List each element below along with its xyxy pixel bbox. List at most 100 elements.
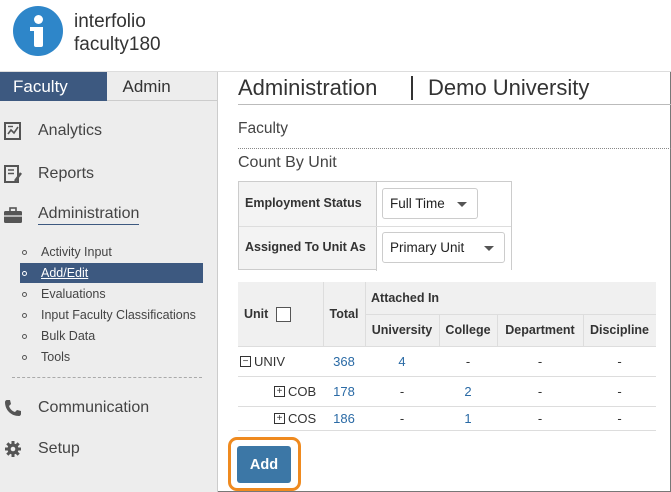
header-label: Discipline (589, 323, 650, 337)
discipline-count: - (617, 383, 622, 399)
unit-name: UNIV (254, 353, 286, 369)
reports-icon (4, 165, 22, 183)
university-count: - (399, 410, 405, 426)
column-header-unit: Unit (238, 282, 323, 346)
column-header-department: Department (497, 314, 583, 346)
add-button[interactable]: Add (237, 446, 291, 483)
header-label: Total (329, 307, 359, 321)
title-separator (411, 76, 413, 100)
header-label: Attached In (371, 291, 440, 305)
analytics-icon (4, 122, 21, 140)
column-header-attached-in: Attached In (365, 282, 656, 314)
filter-row-employment-status: Employment Status Full Time (239, 182, 511, 226)
grid-line (323, 282, 324, 346)
select-all-checkbox[interactable] (276, 306, 292, 322)
bullet-icon (22, 249, 27, 255)
sidebar-subitem-tools[interactable]: Tools (20, 347, 203, 367)
sidebar-item-communication[interactable]: Communication (0, 393, 218, 423)
expand-icon[interactable]: + (274, 412, 285, 424)
college-count-link[interactable]: 1 (439, 406, 497, 430)
unit-cell: − UNIV (238, 346, 323, 376)
grid-line (583, 314, 584, 346)
briefcase-icon (4, 207, 22, 223)
subitem-label: Tools (41, 350, 71, 364)
sidebar-subitem-add-edit[interactable]: Add/Edit (20, 263, 203, 283)
subitem-label: Activity Input (41, 245, 112, 259)
gear-icon (5, 441, 21, 457)
sidebar-item-administration[interactable]: Administration (0, 200, 218, 230)
university-count-link[interactable]: 4 (365, 346, 439, 376)
table-row: + COB 178 - 2 - - (238, 376, 656, 406)
bullet-icon (22, 333, 27, 339)
sidebar-item-label: Reports (38, 165, 95, 182)
bullet-icon (22, 291, 27, 297)
university-count: - (399, 383, 405, 399)
column-header-total: Total (323, 282, 365, 346)
total-link[interactable]: 186 (323, 406, 365, 430)
sidebar-item-analytics[interactable]: Analytics (0, 116, 218, 146)
total-link[interactable]: 368 (323, 346, 365, 376)
header-label: Department (505, 323, 575, 337)
subitem-label: Input Faculty Classifications (41, 308, 196, 322)
app-header: interfolio faculty180 (0, 0, 671, 72)
unit-name: COB (288, 383, 317, 399)
sidebar-item-reports[interactable]: Reports (0, 159, 218, 189)
assigned-to-unit-select[interactable]: Primary Unit (382, 232, 505, 263)
subitem-label: Evaluations (41, 287, 106, 301)
subitem-label: Add/Edit (41, 266, 89, 280)
main-content: Administration Demo University Faculty C… (219, 72, 671, 492)
collapse-icon[interactable]: − (240, 355, 251, 367)
table-row: − UNIV 368 4 - - - (238, 346, 656, 376)
institution-name: Demo University (428, 75, 590, 100)
grid-line (238, 430, 656, 431)
filter-cell: Full Time (376, 182, 511, 226)
sidebar-subitem-evaluations[interactable]: Evaluations (20, 284, 203, 304)
expand-icon[interactable]: + (274, 385, 285, 397)
tab-faculty[interactable]: Faculty (0, 72, 107, 101)
department-count: - (537, 383, 543, 399)
unit-count-table: Unit Total Attached In University Colleg… (238, 282, 656, 431)
column-header-university: University (365, 314, 439, 346)
table-row: + COS 186 - 1 - - (238, 406, 656, 430)
unit-cell: + COB (238, 376, 323, 406)
employment-status-select[interactable]: Full Time (382, 188, 478, 219)
bullet-icon (22, 312, 27, 318)
sidebar-tabs: Faculty Admin (0, 72, 217, 101)
tab-admin[interactable]: Admin (106, 72, 217, 101)
filter-label: Employment Status (245, 196, 362, 210)
filter-row-assigned-to-unit: Assigned To Unit As Primary Unit (239, 227, 511, 271)
caret-down-icon (457, 202, 467, 207)
sidebar-item-label: Setup (38, 440, 80, 457)
caret-down-icon (484, 246, 494, 251)
sidebar-item-setup[interactable]: Setup (0, 434, 218, 464)
page-title: Administration (238, 75, 378, 100)
grid-line (439, 314, 440, 346)
sidebar-subitem-bulk-data[interactable]: Bulk Data (20, 326, 203, 346)
brand-name: interfolio faculty180 (74, 10, 161, 56)
filter-cell: Primary Unit (376, 227, 511, 271)
filter-label: Assigned To Unit As (245, 240, 366, 254)
phone-icon (5, 400, 21, 416)
subitem-label: Bulk Data (41, 329, 96, 343)
total-link[interactable]: 178 (323, 376, 365, 406)
sidebar-item-label: Administration (38, 205, 140, 225)
sidebar-item-label: Communication (38, 399, 150, 416)
college-count-link[interactable]: 2 (439, 376, 497, 406)
unit-cell: + COS (238, 406, 323, 430)
department-count: - (537, 410, 543, 426)
sidebar-subitem-input-faculty-classifications[interactable]: Input Faculty Classifications (20, 305, 203, 325)
select-value: Primary Unit (390, 240, 465, 255)
header-label: College (445, 323, 491, 337)
column-header-discipline: Discipline (583, 314, 656, 346)
select-value: Full Time (390, 196, 445, 211)
sidebar-divider (12, 377, 202, 378)
discipline-count: - (617, 410, 622, 426)
department-count: - (537, 353, 543, 369)
brand-line-2: faculty180 (74, 34, 161, 55)
unit-name: COS (288, 410, 317, 426)
sidebar-item-label: Analytics (38, 122, 103, 139)
section-heading: Faculty (238, 120, 288, 137)
sidebar-subitem-activity-input[interactable]: Activity Input (20, 242, 203, 262)
filter-panel: Employment Status Full Time Assigned To … (238, 181, 512, 271)
title-rule (238, 104, 671, 105)
